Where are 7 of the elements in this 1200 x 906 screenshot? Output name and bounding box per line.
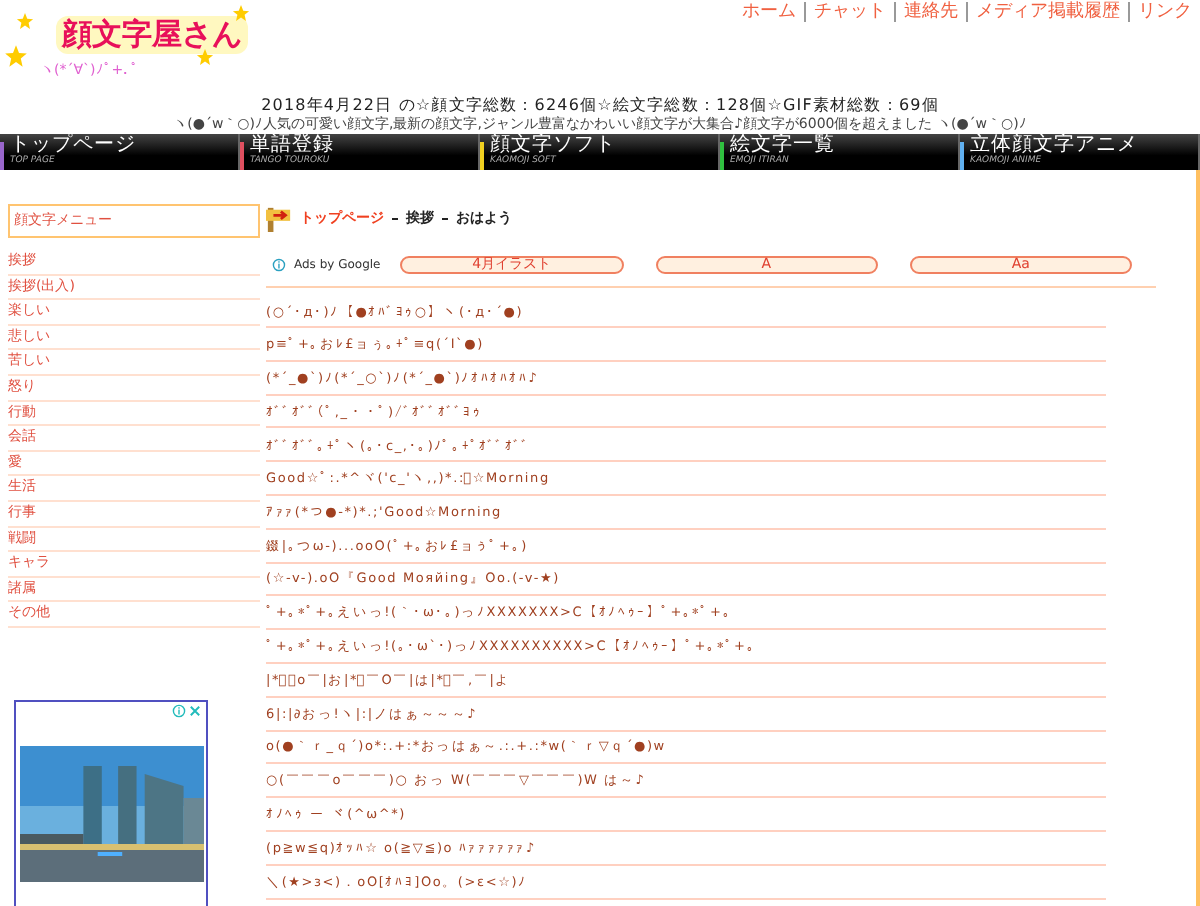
header-link[interactable]: メディア掲載履歴 — [976, 0, 1120, 24]
header-link[interactable]: リンク — [1138, 0, 1192, 24]
header-link[interactable]: チャット — [814, 0, 886, 24]
header-link[interactable]: 連絡先 — [904, 0, 958, 24]
header-link[interactable]: ホーム — [742, 0, 796, 24]
site-logo[interactable]: 顔文字屋さん — [56, 16, 248, 54]
stats-line: 2018年4月22日 の☆顔文字総数：6246個☆絵文字総数：128個☆GIF素材総数：69個 — [259, 96, 941, 116]
